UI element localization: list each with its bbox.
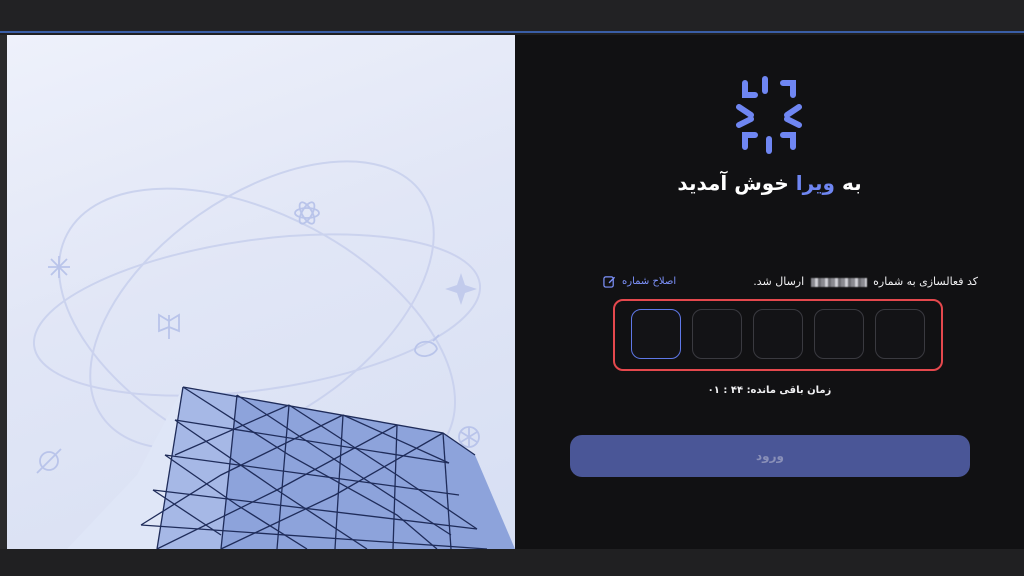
welcome-title: به ویرا خوش آمدید	[515, 171, 1024, 195]
otp-info-row: کد فعالسازی به شماره ارسال شد. اصلاح شما…	[603, 273, 978, 293]
browser-top-bar	[0, 0, 1024, 33]
window-edge	[0, 35, 7, 549]
openai-icon	[458, 426, 480, 448]
welcome-suffix: خوش آمدید	[677, 171, 789, 195]
otp-digit-5[interactable]	[875, 309, 925, 359]
otp-digit-4[interactable]	[814, 309, 864, 359]
code-sent-text-end: ارسال شد.	[753, 275, 805, 288]
welcome-prefix: به	[841, 171, 862, 195]
login-button[interactable]: ورود	[570, 435, 970, 477]
orbit-icon	[36, 448, 62, 474]
otp-digit-2[interactable]	[692, 309, 742, 359]
building-illustration	[67, 386, 515, 549]
masked-phone-number	[810, 277, 867, 287]
vira-logo-icon	[736, 76, 802, 154]
edit-number-link[interactable]: اصلاح شماره	[603, 275, 676, 288]
login-page: به ویرا خوش آمدید کد فعالسازی به شماره ا…	[7, 35, 1024, 549]
browser-bottom-bar	[0, 549, 1024, 576]
otp-digit-3[interactable]	[753, 309, 803, 359]
hero-illustration	[7, 35, 515, 549]
otp-inputs	[631, 309, 925, 361]
sparkle-icon	[48, 256, 70, 278]
otp-login-panel: به ویرا خوش آمدید کد فعالسازی به شماره ا…	[515, 35, 1024, 549]
code-sent-text-start: کد فعالسازی به شماره	[873, 275, 978, 288]
whale-icon	[414, 334, 440, 357]
otp-digit-1[interactable]	[631, 309, 681, 359]
timer-label: زمان باقی مانده:	[746, 385, 832, 396]
countdown-timer: زمان باقی مانده: ۴۴ : ۰۱	[515, 385, 1024, 396]
timer-value: ۴۴ : ۰۱	[707, 385, 744, 396]
brand-name: ویرا	[795, 171, 835, 195]
code-sent-message: کد فعالسازی به شماره ارسال شد.	[753, 275, 978, 288]
edit-number-label: اصلاح شماره	[622, 276, 677, 287]
edit-icon	[603, 276, 616, 288]
star-icon	[445, 273, 477, 305]
butterfly-icon	[158, 313, 180, 339]
